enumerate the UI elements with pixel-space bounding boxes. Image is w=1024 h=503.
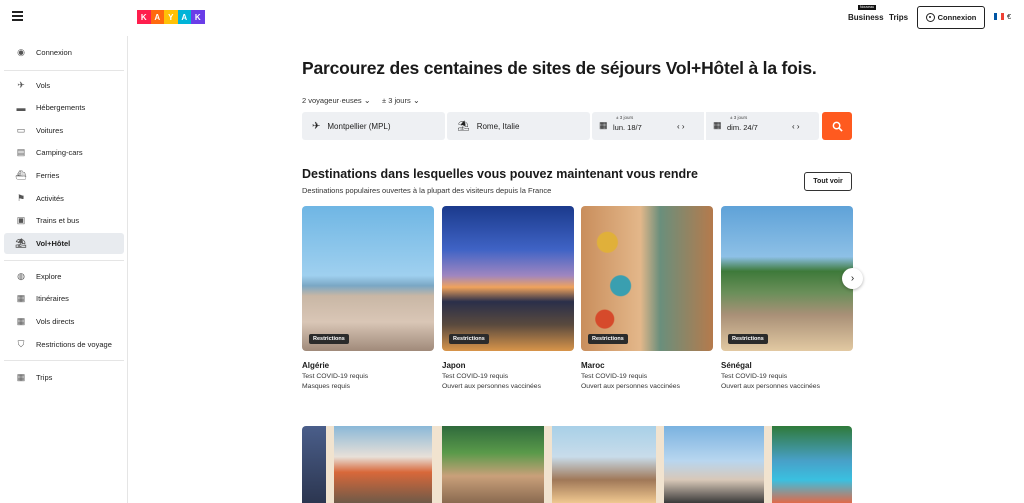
flex-dates-dropdown[interactable]: ± 3 jours — [382, 96, 420, 105]
sidebar-divider — [4, 70, 124, 71]
beach-icon: ⛱ — [457, 120, 470, 132]
destination-card-maroc[interactable]: Restrictions Maroc Test COVID-19 requis … — [581, 206, 713, 390]
sidebar-item-restrictions[interactable]: ⛉ Restrictions de voyage — [4, 334, 124, 355]
kayak-logo[interactable]: K A Y A K — [137, 10, 205, 24]
restrictions-badge: Restrictions — [728, 334, 768, 344]
sidebar-item-voitures[interactable]: ▭ Voitures — [4, 120, 124, 141]
origin-field[interactable]: ✈ Montpellier (MPL) — [302, 112, 445, 140]
rv-icon: ▤ — [16, 147, 26, 157]
sidebar-item-vol-hotel[interactable]: ⛱ Vol+Hôtel — [4, 233, 124, 254]
train-icon: ▣ — [16, 215, 26, 225]
return-prev-next[interactable]: ‹ › — [792, 122, 800, 131]
destination-info: Ouvert aux personnes vaccinées — [581, 383, 680, 390]
currency-label: € — [1007, 12, 1012, 21]
destination-card-senegal[interactable]: Restrictions Sénégal Test COVID-19 requi… — [721, 206, 853, 390]
activity-icon: ⚑ — [16, 193, 26, 203]
sidebar-item-explore[interactable]: ◍ Explore — [4, 266, 124, 287]
beach-icon: ⛱ — [15, 238, 27, 248]
destination-info: Test COVID-19 requis — [442, 373, 509, 380]
user-icon — [925, 13, 935, 22]
top-bar: K A Y A K Nouveau Business Trips Connexi… — [0, 0, 1024, 36]
shield-icon: ⛉ — [17, 339, 25, 349]
new-badge: Nouveau — [858, 5, 877, 10]
sidebar-divider — [4, 360, 124, 361]
destination-name: Japon — [442, 361, 466, 370]
search-icon — [832, 121, 843, 132]
plane-icon: ✈ — [17, 80, 25, 90]
destination-photo: Restrictions — [442, 206, 574, 351]
depart-date-field[interactable]: ▦ ± 3 jours lun. 18/7 ‹ › — [592, 112, 704, 140]
restrictions-badge: Restrictions — [588, 334, 628, 344]
destination-photo: Restrictions — [581, 206, 713, 351]
language-currency-selector[interactable]: € — [994, 12, 1011, 21]
restrictions-badge: Restrictions — [309, 334, 349, 344]
destination-photo: Restrictions — [721, 206, 853, 351]
depart-prev-next[interactable]: ‹ › — [677, 122, 685, 131]
connexion-button[interactable]: Connexion — [917, 6, 985, 29]
business-label: Business — [848, 13, 884, 22]
car-icon: ▭ — [16, 125, 26, 135]
calendar-icon: ▦ — [599, 120, 608, 130]
direct-flight-icon: ▦ — [16, 316, 26, 326]
carousel-next-button[interactable]: › — [842, 268, 863, 289]
trips-link[interactable]: Trips — [889, 13, 908, 22]
france-flag-icon — [994, 13, 1004, 20]
sidebar-item-itineraires[interactable]: ▦ Itinéraires — [4, 288, 124, 309]
sidebar: ◉ Connexion ✈ Vols ▬ Hébergements ▭ Voit… — [0, 36, 128, 503]
see-all-button[interactable]: Tout voir — [804, 172, 852, 191]
app: K A Y A K Nouveau Business Trips Connexi… — [0, 0, 1024, 503]
calendar-icon: ▦ — [713, 120, 722, 130]
destination-photo: Restrictions — [302, 206, 434, 351]
destination-info: Masques requis — [302, 383, 350, 390]
section-subtitle: Destinations populaires ouvertes à la pl… — [302, 186, 552, 195]
sidebar-item-camping-cars[interactable]: ▤ Camping-cars — [4, 142, 124, 163]
bed-icon: ▬ — [16, 102, 26, 113]
sidebar-item-trains-bus[interactable]: ▣ Trains et bus — [4, 210, 124, 231]
promo-photo-banner — [302, 426, 852, 503]
page-title: Parcourez des centaines de sites de séjo… — [302, 58, 817, 78]
destination-info: Test COVID-19 requis — [721, 373, 788, 380]
plane-icon: ✈ — [312, 120, 321, 132]
destination-name: Sénégal — [721, 361, 752, 370]
destination-name: Maroc — [581, 361, 605, 370]
section-title: Destinations dans lesquelles vous pouvez… — [302, 167, 698, 181]
user-icon: ◉ — [17, 47, 25, 57]
destination-field[interactable]: ⛱ Rome, Italie — [447, 112, 590, 140]
sidebar-item-vols-directs[interactable]: ▦ Vols directs — [4, 311, 124, 332]
return-date-field[interactable]: ▦ ± 3 jours dim. 24/7 ‹ › — [706, 112, 819, 140]
destination-card-algerie[interactable]: Restrictions Algérie Test COVID-19 requi… — [302, 206, 434, 390]
sidebar-item-vols[interactable]: ✈ Vols — [4, 75, 124, 96]
travelers-dropdown[interactable]: 2 voyageur·euses — [302, 96, 371, 105]
sidebar-item-hebergements[interactable]: ▬ Hébergements — [4, 97, 124, 118]
destination-info: Ouvert aux personnes vaccinées — [721, 383, 820, 390]
destination-info: Test COVID-19 requis — [581, 373, 648, 380]
sidebar-divider — [4, 260, 124, 261]
chevron-right-icon: › — [850, 273, 855, 284]
sidebar-item-trips[interactable]: ▦ Trips — [4, 367, 124, 388]
destination-info: Test COVID-19 requis — [302, 373, 369, 380]
ferry-icon: ⛴ — [15, 170, 27, 180]
search-button[interactable] — [822, 112, 852, 140]
destination-name: Algérie — [302, 361, 330, 370]
trips-icon: ▦ — [16, 372, 26, 382]
destination-info: Ouvert aux personnes vaccinées — [442, 383, 541, 390]
globe-icon: ◍ — [17, 271, 25, 281]
restrictions-badge: Restrictions — [449, 334, 489, 344]
connexion-label: Connexion — [937, 13, 977, 22]
menu-icon[interactable] — [12, 11, 23, 21]
sidebar-item-ferries[interactable]: ⛴ Ferries — [4, 165, 124, 186]
itinerary-icon: ▦ — [16, 293, 26, 303]
sidebar-item-connexion[interactable]: ◉ Connexion — [4, 42, 124, 63]
business-link[interactable]: Nouveau Business — [848, 5, 884, 22]
destination-card-japon[interactable]: Restrictions Japon Test COVID-19 requis … — [442, 206, 574, 390]
sidebar-item-activites[interactable]: ⚑ Activités — [4, 188, 124, 209]
